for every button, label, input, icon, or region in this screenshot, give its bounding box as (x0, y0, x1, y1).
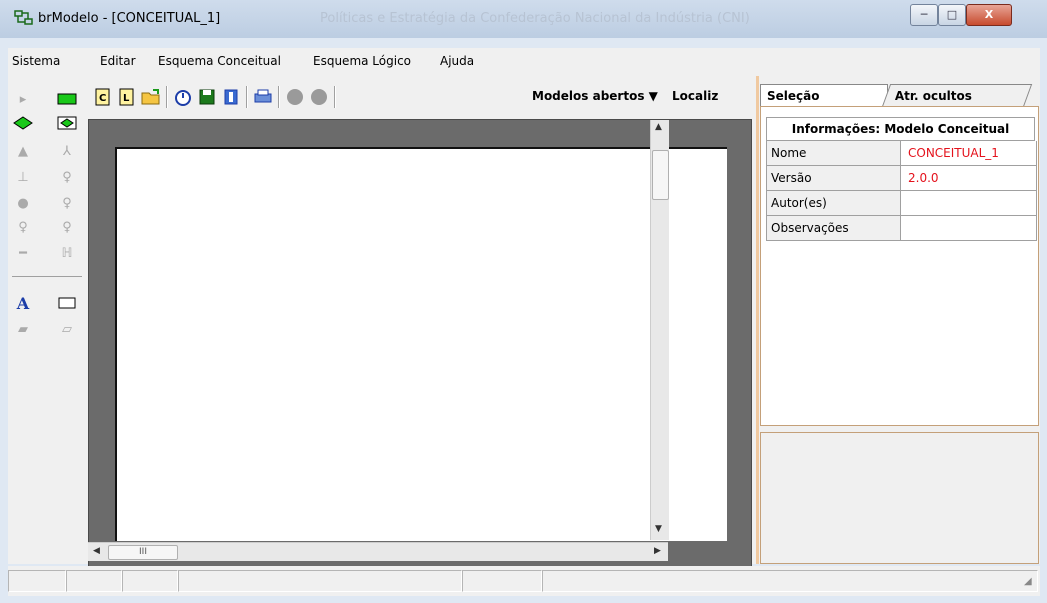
property-row: Nome CONCEITUAL_1 (766, 141, 1037, 166)
disabled-circle-icon[interactable] (308, 86, 330, 108)
status-bar: ◢ (8, 566, 1040, 596)
new-conceptual-icon[interactable]: C (92, 86, 114, 108)
title-watermark: Políticas e Estratégia da Confederação N… (320, 11, 750, 26)
menu-bar: Sistema Editar Esquema Conceitual Esquem… (8, 48, 1040, 76)
menu-esquema-logico[interactable]: Esquema Lógico (313, 54, 411, 68)
vertical-scrollbar[interactable]: ▲ ▼ (650, 120, 669, 540)
menu-ajuda[interactable]: Ajuda (440, 54, 474, 68)
multivalued-attribute-tool-icon[interactable]: ♀ (56, 218, 78, 236)
scroll-up-icon[interactable]: ▲ (655, 122, 662, 132)
open-folder-icon[interactable] (140, 86, 162, 108)
union-tool-icon[interactable]: ⊥ (12, 168, 34, 186)
text-tool-icon[interactable]: A (12, 294, 34, 313)
app-icon (14, 10, 33, 25)
property-row: Observações (766, 216, 1037, 241)
disabled-circle-icon[interactable] (284, 86, 306, 108)
property-key: Observações (767, 216, 901, 240)
tab-selecao[interactable]: Seleção (760, 84, 888, 107)
property-key: Autor(es) (767, 191, 901, 215)
property-row: Versão 2.0.0 (766, 166, 1037, 191)
localizar-label[interactable]: Localiz (672, 89, 718, 103)
selection-panel: Informações: Modelo Conceitual Nome CONC… (760, 106, 1039, 426)
status-cell (122, 570, 178, 592)
minimize-button[interactable]: ─ (910, 4, 938, 26)
property-value[interactable]: 2.0.0 (903, 166, 1036, 190)
title-bar[interactable]: brModelo - [CONCEITUAL_1] Políticas e Es… (0, 0, 1047, 38)
property-value[interactable] (903, 191, 1036, 215)
erase-area-tool-icon[interactable]: ▱ (56, 320, 78, 338)
main-area: ▸ ▲ ⅄ ⊥ ♀ ● ♀ ♀ ♀ ━ ℍ A ▰ ▱ C L Modelos … (8, 76, 1040, 567)
associative-entity-tool-icon[interactable] (56, 114, 78, 132)
eraser-tool-icon[interactable]: ▰ (12, 320, 34, 338)
close-model-icon[interactable] (220, 86, 242, 108)
svg-text:L: L (123, 93, 130, 104)
relationship-tool-icon[interactable] (12, 114, 34, 132)
status-cell (8, 570, 66, 592)
specialization-alt-tool-icon[interactable]: ⅄ (56, 142, 78, 160)
menu-esquema-conceitual[interactable]: Esquema Conceitual (158, 54, 281, 68)
close-button[interactable]: X (966, 4, 1012, 26)
tool-palette: ▸ ▲ ⅄ ⊥ ♀ ● ♀ ♀ ♀ ━ ℍ A ▰ ▱ (8, 84, 88, 562)
property-row: Autor(es) (766, 191, 1037, 216)
vertical-scroll-thumb[interactable] (652, 150, 669, 200)
specialization-tool-icon[interactable]: ▲ (12, 142, 34, 160)
chevron-down-icon: ▼ (648, 89, 658, 103)
horizontal-scrollbar[interactable]: ◀ III ▶ (88, 542, 668, 561)
panel-splitter[interactable] (756, 76, 759, 564)
toolbar: C L Modelos abertos ▼ Localiz (92, 84, 762, 110)
svg-text:C: C (99, 93, 106, 104)
palette-divider (12, 276, 82, 277)
menu-editar[interactable]: Editar (100, 54, 136, 68)
property-value[interactable]: CONCEITUAL_1 (903, 141, 1036, 165)
property-value[interactable] (903, 216, 1036, 240)
timer-icon[interactable] (172, 86, 194, 108)
status-cell (462, 570, 542, 592)
maximize-button[interactable]: □ (938, 4, 966, 26)
menu-sistema[interactable]: Sistema (12, 54, 60, 68)
app-window: brModelo - [CONCEITUAL_1] Políticas e Es… (0, 0, 1047, 603)
scroll-right-icon[interactable]: ▶ (654, 546, 661, 556)
save-icon[interactable] (196, 86, 218, 108)
window-title: brModelo - [CONCEITUAL_1] (38, 11, 221, 26)
self-relationship-tool-icon[interactable]: ℍ (56, 244, 78, 262)
print-icon[interactable] (252, 86, 274, 108)
entity-tool-icon[interactable] (56, 90, 78, 108)
scroll-left-icon[interactable]: ◀ (93, 546, 100, 556)
attribute-tool-icon[interactable]: ♀ (56, 168, 78, 186)
diagram-paper[interactable] (115, 147, 727, 541)
property-key: Nome (767, 141, 901, 165)
composite-attribute-tool-icon[interactable]: ♀ (56, 194, 78, 212)
status-cell (178, 570, 462, 592)
tab-atributos-ocultos[interactable]: Atr. ocultos (881, 84, 1033, 107)
status-cell (542, 570, 1038, 592)
info-title: Informações: Modelo Conceitual (766, 117, 1035, 141)
identifier-attribute-tool-icon[interactable]: ● (12, 194, 34, 212)
pointer-tool-icon[interactable]: ▸ (12, 90, 34, 108)
property-key: Versão (767, 166, 901, 190)
status-cell (66, 570, 122, 592)
link-tool-icon[interactable]: ━ (12, 244, 34, 262)
optional-attribute-tool-icon[interactable]: ♀ (12, 218, 34, 236)
scroll-down-icon[interactable]: ▼ (655, 524, 662, 534)
description-panel (760, 432, 1039, 564)
text-box-tool-icon[interactable] (56, 294, 78, 312)
resize-grip-icon[interactable]: ◢ (1024, 576, 1032, 587)
properties-panel: Seleção Atr. ocultos Informações: Modelo… (760, 76, 1040, 564)
models-open-dropdown[interactable]: Modelos abertos ▼ (532, 89, 658, 103)
horizontal-scroll-thumb[interactable]: III (108, 545, 178, 560)
new-logical-icon[interactable]: L (116, 86, 138, 108)
